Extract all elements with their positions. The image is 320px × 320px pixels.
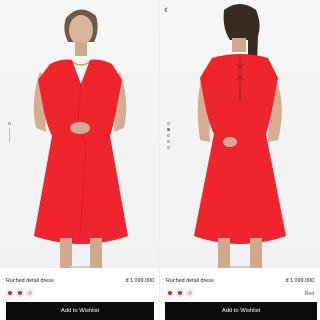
product-card-front: Ruched detail dress đ 1.099.000 Add to W… [0,0,160,320]
swatch-red[interactable] [166,289,174,297]
product-photo-back[interactable]: ‹ [160,0,320,268]
product-name: Ruched detail dress [166,278,214,284]
swatch-beige[interactable] [26,289,34,297]
product-card-back: ‹ Ruched detail dress đ 1.099.000 Red Ad… [160,0,320,320]
color-swatches [6,289,34,297]
product-photo-front[interactable] [0,0,159,268]
swatch-red[interactable] [176,289,184,297]
pager-active-bar[interactable] [9,128,10,142]
back-chevron-icon[interactable]: ‹ [164,3,176,17]
model-back-image [194,4,286,268]
scroll-indicator [230,266,250,268]
swatch-beige[interactable] [186,289,194,297]
image-pager-dots[interactable] [8,122,11,142]
add-to-wishlist-button[interactable]: Add to Wishlist [165,302,317,320]
pager-dot[interactable] [8,122,11,125]
color-swatches [166,289,194,297]
pager-dot[interactable] [167,146,170,149]
pager-dot[interactable] [167,140,170,143]
product-price: đ 1.099.000 [125,278,154,284]
pager-dot[interactable] [167,134,170,137]
product-name: Ruched detail dress [6,278,54,284]
swatch-red[interactable] [16,289,24,297]
pager-dot[interactable] [167,122,170,125]
model-front-image [33,9,128,268]
add-to-wishlist-button[interactable]: Add to Wishlist [6,302,154,320]
image-pager-dots[interactable] [167,122,170,149]
scroll-indicator [70,266,90,268]
swatch-red[interactable] [6,289,14,297]
pager-dot-active[interactable] [167,128,170,131]
selected-color-name: Red [304,291,314,297]
product-price: đ 1.099.000 [285,278,314,284]
product-screen: Ruched detail dress đ 1.099.000 Add to W… [0,0,320,320]
